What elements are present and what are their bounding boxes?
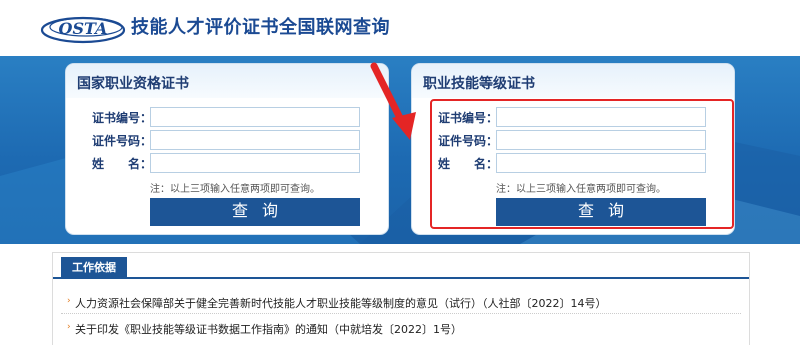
logo-text: OSTA [59, 19, 108, 38]
panel-title: 职业技能等级证书 [423, 76, 535, 92]
query-button[interactable]: 查询 [150, 198, 360, 226]
name-input[interactable] [150, 153, 360, 173]
list-item-text: 关于印发《职业技能等级证书数据工作指南》的通知（中就培发〔2022〕1号） [75, 323, 462, 336]
bullet-icon: › [67, 296, 71, 306]
query-note: 注：以上三项输入任意两项即可查询。 [150, 184, 320, 195]
site-header: OSTA 技能人才评价证书全国联网查询 [0, 0, 800, 56]
bullet-icon: › [67, 322, 71, 332]
highlight-box [430, 99, 734, 229]
cert-number-input[interactable] [150, 107, 360, 127]
osta-logo[interactable]: OSTA [40, 10, 126, 46]
field-row-id-number: 证件号码： [66, 130, 388, 150]
list-item-text: 人力资源社会保障部关于健全完善新时代技能人才职业技能等级制度的意见（试行）（人社… [75, 297, 607, 310]
field-row-cert-number: 证书编号： [66, 107, 388, 127]
id-number-label: 证件号码： [92, 134, 153, 148]
name-label: 姓 名： [92, 157, 153, 171]
panel-header: 职业技能等级证书 [412, 64, 734, 98]
list-item[interactable]: › 人力资源社会保障部关于健全完善新时代技能人才职业技能等级制度的意见（试行）（… [67, 295, 607, 311]
cert-number-label: 证书编号： [92, 111, 153, 125]
work-basis-section: 工作依据 › 人力资源社会保障部关于健全完善新时代技能人才职业技能等级制度的意见… [52, 252, 750, 345]
field-row-name: 姓 名： [66, 153, 388, 173]
divider [61, 313, 741, 314]
panel-title: 国家职业资格证书 [77, 76, 189, 92]
panel-national-qualification: 国家职业资格证书 证书编号： 证件号码： 姓 名： 注：以上三项输入任意两项即可… [66, 64, 388, 234]
tab-work-basis[interactable]: 工作依据 [61, 257, 127, 279]
tab-bar: 工作依据 [53, 253, 749, 279]
panel-header: 国家职业资格证书 [66, 64, 388, 98]
id-number-input[interactable] [150, 130, 360, 150]
site-title: 技能人才评价证书全国联网查询 [131, 17, 390, 38]
list-item[interactable]: › 关于印发《职业技能等级证书数据工作指南》的通知（中就培发〔2022〕1号） [67, 321, 462, 337]
